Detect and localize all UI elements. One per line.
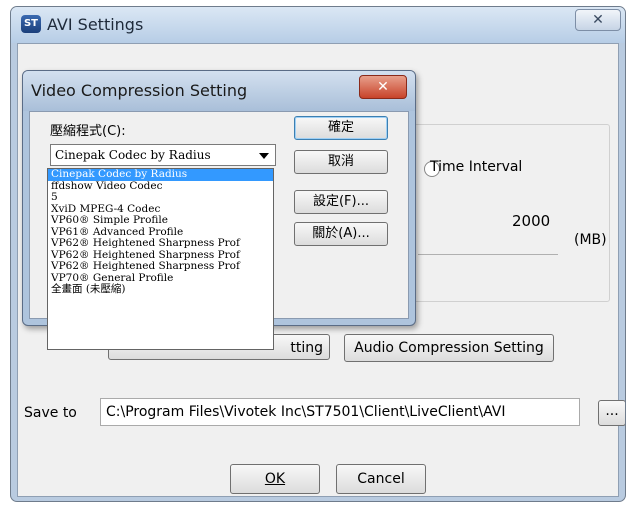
- time-interval-text: Time Interval: [430, 159, 523, 175]
- settings-button-label: 設定(F)...: [312, 194, 370, 209]
- codec-dropdown-list[interactable]: Cinepak Codec by Radius ffdshow Video Co…: [47, 168, 274, 350]
- inner-cancel-button-label: 取消: [327, 154, 354, 169]
- confirm-button-label: 確定: [327, 120, 354, 135]
- ok-button-label: OK: [264, 471, 286, 487]
- codec-combobox-value: Cinepak Codec by Radius: [55, 148, 211, 162]
- browse-button-label: ...: [605, 403, 619, 419]
- size-unit-label: (MB): [574, 232, 607, 248]
- chevron-down-icon: [259, 153, 269, 159]
- cancel-button-label: Cancel: [357, 471, 405, 487]
- codec-option[interactable]: Cinepak Codec by Radius: [48, 169, 273, 181]
- codec-option[interactable]: VP60® Simple Profile: [48, 214, 273, 227]
- close-button[interactable]: ✕: [575, 9, 621, 31]
- save-to-path-text: C:\Program Files\Vivotek Inc\ST7501\Clie…: [106, 404, 506, 420]
- save-to-label: Save to: [24, 405, 77, 421]
- confirm-button[interactable]: 確定: [294, 116, 388, 140]
- size-slider-track: [418, 254, 558, 255]
- size-value: 2000: [512, 212, 551, 230]
- codec-combobox[interactable]: Cinepak Codec by Radius: [50, 144, 276, 166]
- app-icon: ST: [21, 15, 41, 33]
- save-to-path-input[interactable]: C:\Program Files\Vivotek Inc\ST7501\Clie…: [100, 398, 580, 426]
- about-button-label: 關於(A)...: [312, 226, 370, 241]
- video-compression-button-label: tting: [290, 340, 323, 356]
- inner-close-button[interactable]: ✕: [359, 75, 407, 99]
- codec-option[interactable]: 全畫面 (未壓縮): [48, 283, 273, 296]
- ok-button[interactable]: OK: [230, 464, 320, 494]
- window-title: AVI Settings: [47, 15, 144, 34]
- settings-button[interactable]: 設定(F)...: [294, 190, 388, 214]
- inner-cancel-button[interactable]: 取消: [294, 150, 388, 174]
- inner-dialog-title: Video Compression Setting: [31, 81, 248, 100]
- cancel-button[interactable]: Cancel: [336, 464, 426, 494]
- about-button[interactable]: 關於(A)...: [294, 222, 388, 246]
- time-interval-label: Time Interval: [430, 159, 522, 175]
- close-icon: ✕: [377, 79, 389, 95]
- codec-option[interactable]: VP62® Heightened Sharpness Prof: [48, 237, 273, 250]
- codec-option[interactable]: ffdshow Video Codec: [48, 180, 273, 193]
- close-icon: ✕: [592, 12, 604, 28]
- compressor-label: 壓縮程式(C):: [50, 124, 126, 139]
- codec-option[interactable]: VP62® Heightened Sharpness Prof: [48, 260, 273, 273]
- audio-compression-button-label: Audio Compression Setting: [354, 340, 544, 356]
- audio-compression-setting-button[interactable]: Audio Compression Setting: [344, 334, 554, 362]
- codec-option[interactable]: 5: [48, 191, 273, 204]
- browse-button[interactable]: ...: [598, 400, 625, 426]
